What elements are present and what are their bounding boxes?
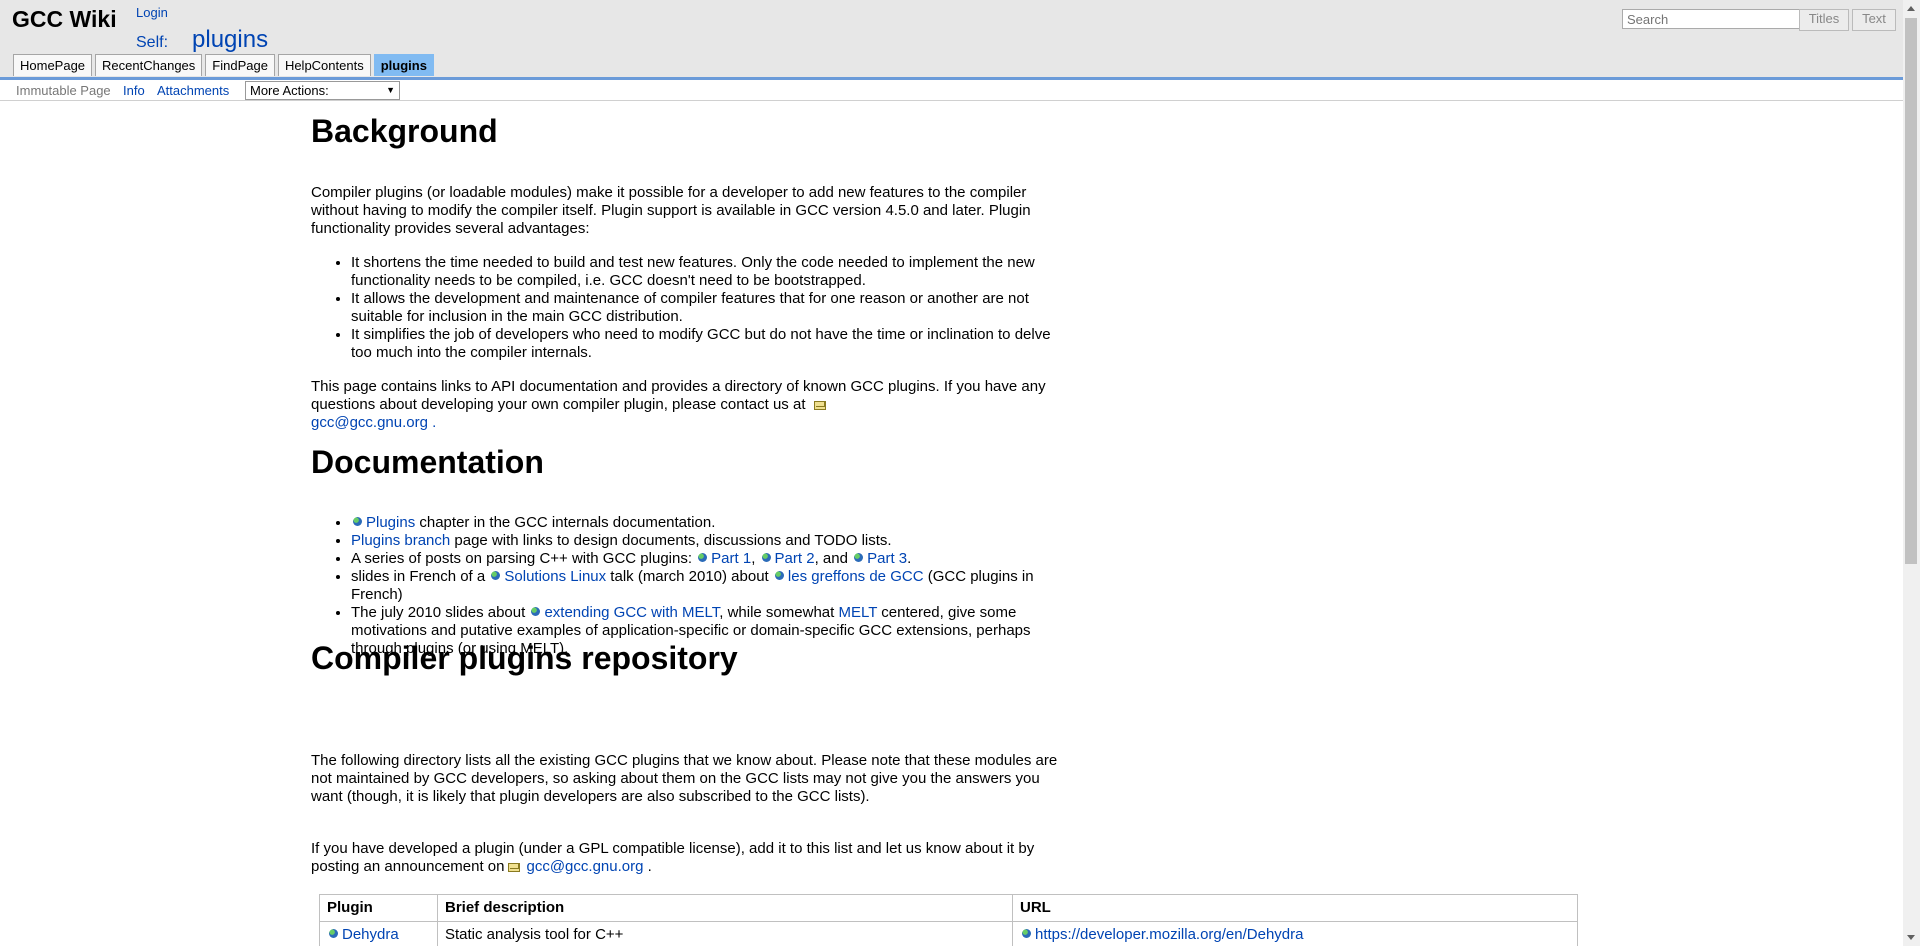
self-link[interactable]: Self:: [136, 34, 168, 52]
page-viewport: GCC Wiki Login Self: plugins Titles Text…: [0, 0, 1903, 946]
heading-repository: Compiler plugins repository: [311, 640, 738, 676]
attachments-link[interactable]: Attachments: [157, 83, 229, 98]
background-intro: Compiler plugins (or loadable modules) m…: [311, 184, 1031, 237]
scroll-thumb[interactable]: [1905, 18, 1917, 564]
melt-link[interactable]: MELT: [838, 604, 877, 621]
text-search-button[interactable]: Text: [1852, 9, 1896, 31]
plugin-url-link[interactable]: https://developer.mozilla.org/en/Dehydra: [1035, 926, 1303, 943]
titles-search-button[interactable]: Titles: [1799, 9, 1849, 31]
contact-end: .: [432, 414, 437, 431]
search-input[interactable]: [1622, 9, 1802, 29]
plugin-link[interactable]: Dehydra: [342, 926, 399, 943]
globe-icon: [1022, 929, 1031, 938]
page-title-link[interactable]: plugins: [192, 26, 268, 54]
mail-icon: [508, 863, 521, 872]
globe-icon: [353, 517, 362, 526]
part1-link[interactable]: Part 1: [711, 550, 751, 567]
list-item-text: slides in French of a: [351, 568, 490, 585]
globe-icon: [531, 607, 541, 616]
list-item-text: and: [818, 550, 853, 567]
list-item: It simplifies the job of developers who …: [351, 326, 1071, 362]
contact-email-link[interactable]: gcc@gcc.gnu.org: [311, 414, 428, 431]
announce-email-link[interactable]: gcc@gcc.gnu.org: [526, 858, 643, 875]
list-item-text: The july 2010 slides about: [351, 604, 530, 621]
scroll-down-arrow-icon[interactable]: [1907, 935, 1915, 940]
documentation-list: Plugins chapter in the GCC internals doc…: [311, 514, 1081, 658]
tab-recentchanges[interactable]: RecentChanges: [95, 54, 203, 76]
navibar: HomePage RecentChanges FindPage HelpCont…: [13, 54, 434, 76]
more-actions-select[interactable]: More Actions: ▼: [245, 81, 400, 100]
para-end: .: [647, 858, 652, 875]
column-header-plugin: Plugin: [319, 894, 438, 922]
contact-text: This page contains links to API document…: [311, 378, 1046, 413]
part3-link[interactable]: Part 3: [867, 550, 907, 567]
list-item: Plugins branch page with links to design…: [351, 532, 1081, 550]
tab-helpcontents[interactable]: HelpContents: [277, 54, 371, 76]
repository-para2: If you have developed a plugin (under a …: [311, 840, 1071, 876]
extending-melt-link[interactable]: extending GCC with MELT: [544, 604, 719, 621]
advantages-list: It shortens the time needed to build and…: [311, 254, 1071, 362]
wiki-header: GCC Wiki Login Self: plugins Titles Text…: [0, 0, 1903, 80]
table-row: Dehydra Static analysis tool for C++ htt…: [319, 921, 1578, 946]
url-cell: https://developer.mozilla.org/en/Dehydra: [1012, 921, 1578, 946]
more-actions-label: More Actions:: [250, 83, 329, 98]
part2-link[interactable]: Part 2: [775, 550, 815, 567]
list-item-text: chapter in the GCC internals documentati…: [415, 514, 716, 531]
heading-documentation: Documentation: [311, 444, 544, 480]
scroll-up-arrow-icon[interactable]: [1907, 6, 1915, 11]
description-cell: Static analysis tool for C++: [437, 921, 1013, 946]
list-item: slides in French of a Solutions Linux ta…: [351, 568, 1081, 604]
globe-icon: [329, 929, 338, 938]
heading-background: Background: [311, 113, 498, 149]
repository-para1: The following directory lists all the ex…: [311, 752, 1058, 805]
info-link[interactable]: Info: [123, 83, 145, 98]
globe-icon: [761, 553, 771, 562]
globe-icon: [854, 553, 864, 562]
list-item: A series of posts on parsing C++ with GC…: [351, 550, 1081, 568]
greffons-link[interactable]: les greffons de GCC: [788, 568, 924, 585]
site-logo[interactable]: GCC Wiki: [12, 6, 117, 33]
table-header-row: Plugin Brief description URL: [319, 894, 1578, 922]
vertical-scrollbar[interactable]: [1903, 0, 1920, 946]
action-bar: Immutable Page Info Attachments More Act…: [0, 80, 1903, 101]
list-item-text: A series of posts on parsing C++ with GC…: [351, 550, 697, 567]
mail-icon: [813, 401, 826, 410]
tab-findpage[interactable]: FindPage: [205, 54, 275, 76]
plugins-branch-link[interactable]: Plugins branch: [351, 532, 450, 549]
tab-homepage[interactable]: HomePage: [13, 54, 93, 76]
chevron-down-icon: ▼: [386, 85, 395, 95]
globe-icon: [491, 571, 501, 580]
list-item-text: talk (march 2010) about: [606, 568, 773, 585]
globe-icon: [774, 571, 784, 580]
contact-paragraph: This page contains links to API document…: [311, 378, 1071, 432]
solutions-linux-link[interactable]: Solutions Linux: [504, 568, 606, 585]
page-location: Self: plugins: [136, 26, 268, 54]
plugins-table: Plugin Brief description URL Dehydra Sta…: [319, 894, 1578, 946]
list-item: It shortens the time needed to build and…: [351, 254, 1071, 290]
tab-plugins[interactable]: plugins: [373, 54, 434, 76]
globe-icon: [698, 553, 708, 562]
list-item-text: page with links to design documents, dis…: [450, 532, 892, 549]
plugin-cell: Dehydra: [319, 921, 438, 946]
column-header-url: URL: [1012, 894, 1578, 922]
list-item-text: , while somewhat: [719, 604, 839, 621]
list-item: Plugins chapter in the GCC internals doc…: [351, 514, 1081, 532]
para-text: If you have developed a plugin (under a …: [311, 840, 1035, 875]
plugins-chapter-link[interactable]: Plugins: [366, 514, 415, 531]
column-header-description: Brief description: [437, 894, 1013, 922]
immutable-page-label: Immutable Page: [16, 83, 111, 98]
login-link[interactable]: Login: [136, 5, 168, 20]
list-item: It allows the development and maintenanc…: [351, 290, 1071, 326]
